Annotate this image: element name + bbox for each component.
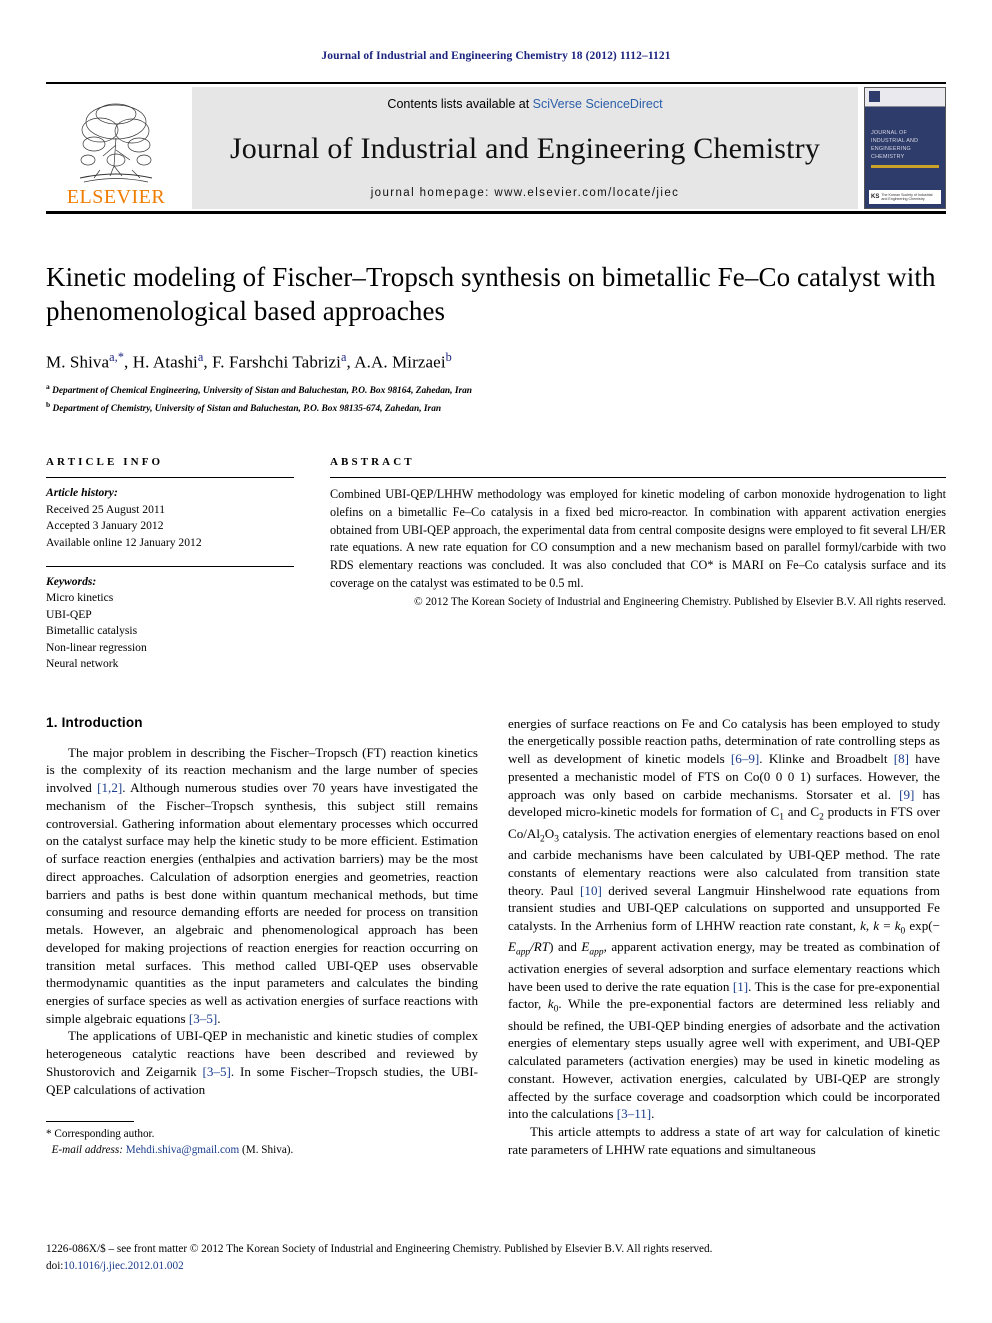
footnote-email-link[interactable]: Mehdi.shiva@gmail.com <box>126 1144 239 1156</box>
elsevier-tree-icon <box>79 103 153 183</box>
citation-link[interactable]: [3–11] <box>617 1106 651 1121</box>
accepted-date: Accepted 3 January 2012 <box>46 519 164 533</box>
page-title: Kinetic modeling of Fischer–Tropsch synt… <box>46 262 936 327</box>
journal-cover-thumbnail: JOURNAL OF INDUSTRIAL AND ENGINEERING CH… <box>864 87 946 209</box>
contents-prefix: Contents lists available at <box>387 97 533 111</box>
keywords-label: Keywords: <box>46 574 97 588</box>
body-column-left: 1. Introduction The major problem in des… <box>46 715 478 1159</box>
abstract-heading: ABSTRACT <box>330 456 415 469</box>
sciencedirect-link[interactable]: SciVerse ScienceDirect <box>533 97 663 111</box>
doi-link[interactable]: 10.1016/j.jiec.2012.01.002 <box>63 1260 183 1272</box>
cover-society-mark: KS <box>871 194 880 200</box>
author-affil-mark: a <box>340 350 347 365</box>
keywords-block: Keywords: Micro kinetics UBI-QEP Bimetal… <box>46 574 294 673</box>
citation-link[interactable]: [1,2] <box>97 780 122 795</box>
article-history-label: Article history: <box>46 486 118 500</box>
body-column-right: energies of surface reactions on Fe and … <box>508 715 940 1159</box>
doi-line: doi:10.1016/j.jiec.2012.01.002 <box>46 1258 946 1275</box>
keyword-item: Neural network <box>46 657 119 671</box>
intro-paragraph-1: The major problem in describing the Fisc… <box>46 744 478 1026</box>
author-affil-mark: a <box>197 350 204 365</box>
abstract-column: ABSTRACT Combined UBI-QEP/LHHW methodolo… <box>330 456 946 673</box>
affiliation-a: a Department of Chemical Engineering, Un… <box>46 381 946 398</box>
author-affil-mark: a,* <box>109 350 125 365</box>
elsevier-logo: ELSEVIER <box>46 87 186 209</box>
cover-society-text: The Korean Society of Industrial and Eng… <box>881 192 933 201</box>
keyword-item: Micro kinetics <box>46 591 114 605</box>
corresponding-author-footnote: * Corresponding author. E-mail address: … <box>46 1121 478 1158</box>
keywords-rule <box>46 565 294 567</box>
article-history-block: Article history: Received 25 August 2011… <box>46 485 294 551</box>
affiliation-mark-a: a <box>46 381 50 391</box>
page-footer: 1226-086X/$ – see front matter © 2012 Th… <box>46 1241 946 1275</box>
article-info-heading: ARTICLE INFO <box>46 456 164 469</box>
citation-link[interactable]: [6–9] <box>731 751 759 766</box>
affiliation-b: b Department of Chemistry, University of… <box>46 399 946 416</box>
abstract-rule <box>330 477 946 479</box>
contents-box: Contents lists available at SciVerse Sci… <box>192 87 858 209</box>
citation-link[interactable]: [8] <box>894 751 909 766</box>
affiliation-b-text: Department of Chemistry, University of S… <box>52 404 442 415</box>
received-date: Received 25 August 2011 <box>46 502 166 516</box>
footnote-email-label: E-mail address: <box>51 1144 123 1157</box>
affiliation-mark-b: b <box>46 399 51 409</box>
info-abstract-row: ARTICLE INFO Article history: Received 2… <box>46 456 946 673</box>
journal-masthead: ELSEVIER Contents lists available at Sci… <box>46 82 946 209</box>
footnote-rule <box>46 1121 134 1123</box>
article-info-rule <box>46 477 294 479</box>
footnote-email-line: E-mail address: Mehdi.shiva@gmail.com (M… <box>46 1142 478 1158</box>
cover-accent-rule <box>871 165 939 169</box>
abstract-copyright: © 2012 The Korean Society of Industrial … <box>413 596 946 609</box>
body-columns: 1. Introduction The major problem in des… <box>46 715 946 1159</box>
doi-prefix: doi: <box>46 1260 64 1273</box>
journal-title: Journal of Industrial and Engineering Ch… <box>229 132 821 165</box>
author-affil-mark: b <box>445 350 452 365</box>
intro-paragraph-4: This article attempts to address a state… <box>508 1124 940 1157</box>
citation-link[interactable]: [3–5] <box>189 1011 217 1026</box>
journal-homepage-link[interactable]: journal homepage: www.elsevier.com/locat… <box>371 187 680 199</box>
footnote-corresponding: * Corresponding author. <box>46 1128 155 1141</box>
cover-society-footer: KS The Korean Society of Industrial and … <box>869 190 941 204</box>
intro-paragraph-2: The applications of UBI-QEP in mechanist… <box>46 1028 478 1097</box>
cover-top-band <box>865 88 945 107</box>
cover-title-text: JOURNAL OF INDUSTRIAL AND ENGINEERING CH… <box>871 130 919 161</box>
keyword-item: UBI-QEP <box>46 607 92 621</box>
elsevier-wordmark: ELSEVIER <box>66 186 166 208</box>
citation-link[interactable]: [1] <box>733 979 748 994</box>
article-page: Journal of Industrial and Engineering Ch… <box>0 0 992 1323</box>
abstract-text: Combined UBI-QEP/LHHW methodology was em… <box>330 487 946 590</box>
citation-link[interactable]: [3–5] <box>203 1064 231 1079</box>
affiliation-a-text: Department of Chemical Engineering, Univ… <box>52 385 473 396</box>
running-head: Journal of Industrial and Engineering Ch… <box>321 50 671 62</box>
citation-link[interactable]: [9] <box>899 787 914 802</box>
contents-available-line: Contents lists available at SciVerse Sci… <box>387 97 662 111</box>
author-list: M. Shivaa,*, H. Atashia, F. Farshchi Tab… <box>46 350 452 372</box>
front-matter-line: 1226-086X/$ – see front matter © 2012 Th… <box>46 1243 713 1256</box>
available-online-date: Available online 12 January 2012 <box>46 535 202 549</box>
keyword-item: Non-linear regression <box>46 640 147 654</box>
article-info-column: ARTICLE INFO Article history: Received 2… <box>46 456 294 673</box>
keyword-item: Bimetallic catalysis <box>46 624 138 638</box>
section-title-introduction: 1. Introduction <box>46 714 143 730</box>
masthead-bottom-rule <box>46 211 946 214</box>
footnote-email-suffix: (M. Shiva). <box>242 1144 294 1157</box>
intro-paragraph-3: energies of surface reactions on Fe and … <box>508 715 940 1122</box>
citation-link[interactable]: [10] <box>580 883 602 898</box>
